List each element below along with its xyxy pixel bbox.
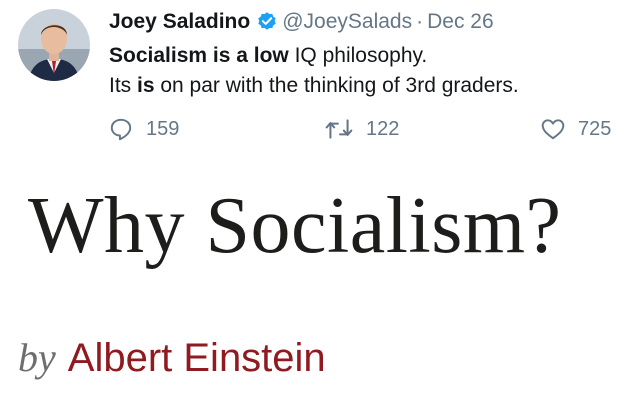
separator-dot: · (416, 10, 424, 33)
retweet-button[interactable]: 122 (324, 116, 399, 142)
reply-count: 159 (146, 117, 180, 140)
tweet-header: Joey Saladino @JoeySalads · Dec 26 (109, 7, 494, 41)
tweet-date[interactable]: Dec 26 (427, 10, 494, 33)
tweet-text-rest: IQ philosophy. (288, 44, 428, 67)
like-button[interactable]: 725 (540, 116, 611, 142)
avatar[interactable] (18, 9, 90, 81)
image-title: Why Socialism? (28, 182, 562, 270)
tweet-text-after: on par with the thinking of 3rd graders. (154, 74, 519, 97)
tweet-text-bold: Socialism is a low (109, 44, 289, 67)
retweet-count: 122 (366, 117, 400, 140)
tweet-text-bold-is: is (137, 74, 155, 97)
retweet-icon (325, 119, 353, 139)
tweet-text-line-2: Its is on par with the thinking of 3rd g… (109, 72, 519, 100)
reply-icon (110, 118, 132, 141)
avatar-image (18, 9, 90, 81)
verified-badge-icon (256, 10, 278, 41)
tweet-text-before: Its (109, 74, 138, 97)
tweet-actions: 159 122 725 (0, 116, 640, 150)
tweet-text-line-1: Socialism is a low IQ philosophy. (109, 42, 427, 70)
author-name[interactable]: Joey Saladino (109, 10, 250, 33)
like-count: 725 (578, 117, 612, 140)
heart-icon (541, 119, 565, 140)
author-handle[interactable]: @JoeySalads (282, 10, 412, 33)
byline-by: by (18, 335, 56, 380)
reply-button[interactable]: 159 (108, 116, 179, 142)
image-byline: by Albert Einstein (18, 330, 326, 395)
byline-author: Albert Einstein (67, 336, 326, 380)
